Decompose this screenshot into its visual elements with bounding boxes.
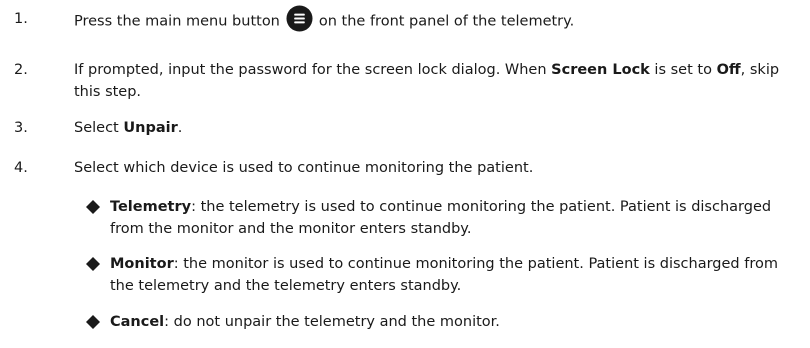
step-text-after-icon: on the front panel of the telemetry. xyxy=(318,13,575,30)
main-menu-icon xyxy=(286,5,313,32)
diamond-bullet-icon xyxy=(86,257,100,271)
step-text: If prompted, input the password for the … xyxy=(74,59,784,103)
step-text-part: If prompted, input the password for the … xyxy=(74,62,552,78)
step-text-part: . xyxy=(177,120,183,136)
option-description: : the monitor is used to continue monito… xyxy=(110,256,778,294)
option-description: : do not unpair the telemetry and the mo… xyxy=(164,314,500,330)
step-text: Press the main menu button on the front p… xyxy=(74,5,784,35)
step-text-part: is set to xyxy=(649,62,717,78)
option-label: Monitor xyxy=(110,256,174,272)
step-text-part: Select xyxy=(74,120,124,136)
step-number: 4. xyxy=(14,160,28,176)
option-text: Cancel: do not unpair the telemetry and … xyxy=(110,311,790,333)
option-label: Telemetry xyxy=(110,199,192,215)
screen-lock-term: Screen Lock xyxy=(551,62,650,78)
step-number: 2. xyxy=(14,62,28,78)
procedure-document: 1. Press the main menu button on the fron… xyxy=(0,0,810,348)
step-text-before-icon: Press the main menu button xyxy=(74,13,280,30)
off-term: Off xyxy=(716,62,741,78)
step-text: Select Unpair. xyxy=(74,117,784,139)
step-text: Select which device is used to continue … xyxy=(74,160,534,176)
diamond-bullet-icon xyxy=(86,200,100,214)
step-number: 1. xyxy=(14,11,28,27)
step-number: 3. xyxy=(14,120,28,136)
option-label: Cancel xyxy=(110,314,165,330)
option-description: : the telemetry is used to continue moni… xyxy=(110,199,772,237)
option-text: Monitor: the monitor is used to continue… xyxy=(110,253,790,297)
option-text: Telemetry: the telemetry is used to cont… xyxy=(110,196,790,240)
unpair-term: Unpair xyxy=(123,120,178,136)
diamond-bullet-icon xyxy=(86,315,100,329)
